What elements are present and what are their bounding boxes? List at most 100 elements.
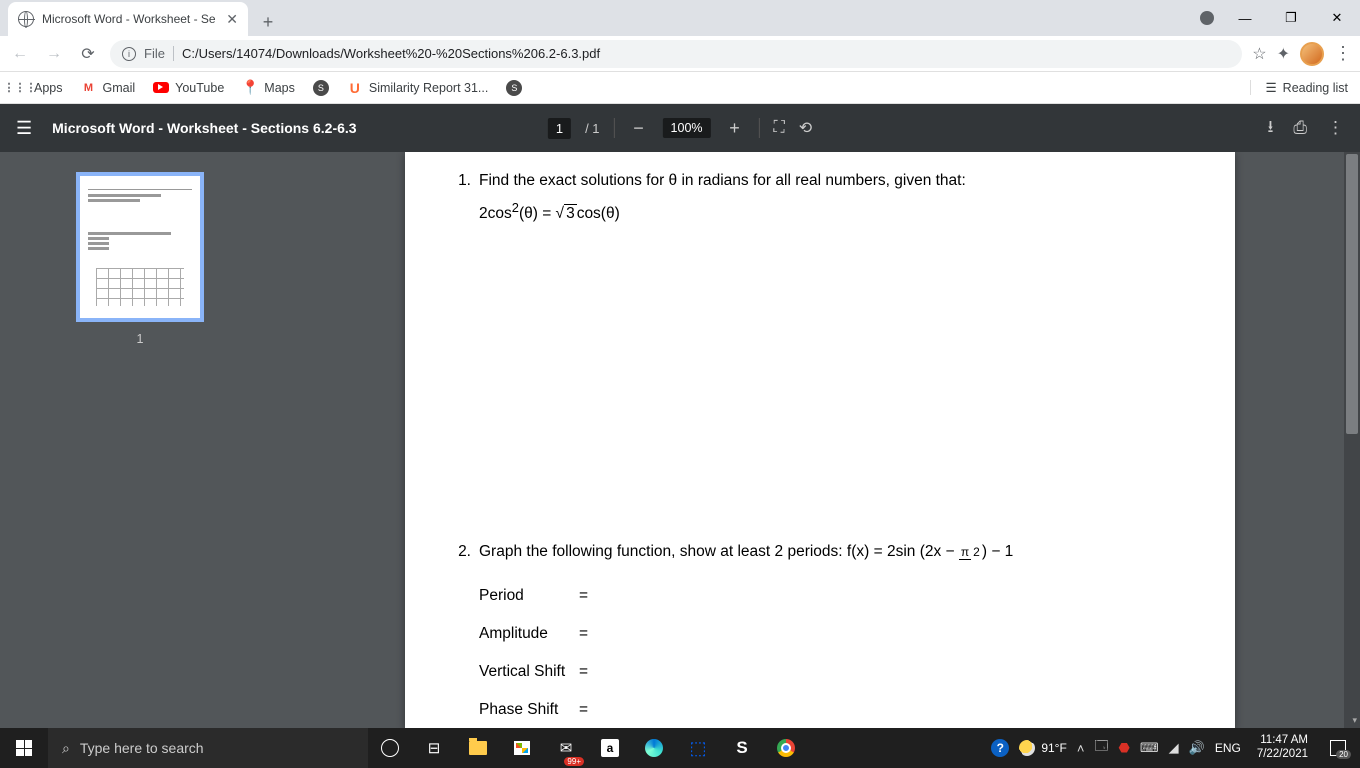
sidebar-toggle-icon[interactable]: ☰: [16, 118, 32, 139]
window-close[interactable]: ✕: [1314, 0, 1360, 36]
equals-sign: =: [579, 663, 588, 680]
print-icon[interactable]: ⎙: [1293, 118, 1307, 138]
cortana-button[interactable]: [368, 728, 412, 768]
page-current-input[interactable]: 1: [548, 118, 571, 139]
window-controls: — ❐ ✕: [1200, 0, 1360, 36]
eq-superscript: 2: [512, 200, 519, 215]
thumbnail-number: 1: [137, 332, 144, 346]
prop-label: Amplitude: [479, 625, 579, 643]
rotate-icon[interactable]: ⟲: [799, 118, 812, 138]
pdf-body: 1 1. Find the exact solutions for θ in r…: [0, 152, 1360, 728]
bookmark-apps[interactable]: ⋮⋮⋮Apps: [12, 80, 63, 96]
chevron-up-icon[interactable]: ˄: [1077, 741, 1085, 756]
bookmark-generic-2[interactable]: S: [506, 80, 522, 96]
url-box[interactable]: i File C:/Users/14074/Downloads/Workshee…: [110, 40, 1242, 68]
bookmark-gmail[interactable]: MGmail: [81, 80, 136, 96]
scroll-down-arrow[interactable]: ▾: [1352, 715, 1357, 726]
wifi-icon[interactable]: ◢: [1169, 740, 1179, 756]
language-indicator[interactable]: ENG: [1215, 741, 1241, 755]
bookmark-maps[interactable]: 📍Maps: [242, 80, 295, 96]
store-icon: [514, 741, 530, 755]
prop-label: Vertical Shift: [479, 663, 579, 681]
extensions-icon[interactable]: ✦: [1277, 44, 1290, 64]
browser-tab[interactable]: Microsoft Word - Worksheet - Se ✕: [8, 2, 248, 36]
amazon-button[interactable]: a: [588, 728, 632, 768]
nav-back-icon[interactable]: ←: [8, 45, 32, 63]
volume-icon[interactable]: 🔊: [1189, 740, 1205, 756]
account-dot-icon[interactable]: [1200, 11, 1214, 25]
mail-icon: ✉: [560, 739, 573, 757]
circle-icon: S: [313, 80, 329, 96]
bookmark-label: Apps: [34, 81, 63, 95]
pdf-menu-icon[interactable]: ⋮: [1327, 118, 1344, 138]
vertical-scrollbar[interactable]: ▴ ▾: [1344, 152, 1360, 728]
system-tray: ? 91°F ˄ 🗔 ⬣ ⌨ ◢ 🔊 ENG 11:47 AM 7/22/202…: [983, 734, 1360, 762]
zoom-out-button[interactable]: −: [629, 118, 649, 139]
weather-widget[interactable]: 91°F: [1019, 740, 1066, 756]
eq-part: cos(θ): [577, 205, 620, 222]
close-tab-icon[interactable]: ✕: [226, 11, 238, 28]
bookmark-star-icon[interactable]: ☆: [1252, 44, 1266, 64]
cortana-icon: [381, 739, 399, 757]
equation-1: 2cos2(θ) = √3cos(θ): [479, 200, 1185, 223]
eq-part: 2cos: [479, 205, 512, 222]
file-explorer-button[interactable]: [456, 728, 500, 768]
taskbar-pinned: ⊟ ✉99+ a ⬚ S: [368, 728, 808, 768]
ms-store-button[interactable]: [500, 728, 544, 768]
clock[interactable]: 11:47 AM 7/22/2021: [1251, 734, 1314, 762]
dropbox-button[interactable]: ⬚: [676, 728, 720, 768]
u-icon: U: [347, 80, 363, 96]
help-icon[interactable]: ?: [991, 739, 1009, 757]
chrome-button[interactable]: [764, 728, 808, 768]
bookmarks-bar: ⋮⋮⋮Apps MGmail YouTube 📍Maps S USimilari…: [0, 72, 1360, 104]
eq-part: (θ) =: [519, 205, 556, 222]
prop-label: Period: [479, 587, 579, 605]
info-icon[interactable]: i: [122, 47, 136, 61]
bookmark-generic-1[interactable]: S: [313, 80, 329, 96]
nav-forward-icon[interactable]: →: [42, 45, 66, 63]
mail-badge: 99+: [564, 757, 584, 766]
pdf-toolbar-center: 1 / 1 − 100% + ⛶ ⟲: [548, 118, 812, 139]
clock-date: 7/22/2021: [1257, 748, 1308, 762]
start-button[interactable]: [0, 728, 48, 768]
nav-reload-icon[interactable]: ⟳: [76, 44, 100, 64]
edge-button[interactable]: [632, 728, 676, 768]
property-list: Period= Amplitude= Vertical Shift= Phase…: [479, 587, 1185, 719]
keyboard-icon[interactable]: ⌨: [1140, 740, 1159, 756]
scroll-thumb[interactable]: [1346, 154, 1358, 434]
thumbnail-panel: 1: [0, 152, 280, 728]
mail-button[interactable]: ✉99+: [544, 728, 588, 768]
security-icon[interactable]: ⬣: [1119, 740, 1130, 756]
pdf-title: Microsoft Word - Worksheet - Sections 6.…: [52, 120, 356, 136]
taskbar-search[interactable]: ⌕ Type here to search: [48, 728, 368, 768]
fit-page-icon[interactable]: ⛶: [774, 119, 785, 137]
battery-icon[interactable]: 🗔: [1094, 737, 1108, 759]
zoom-level[interactable]: 100%: [663, 118, 711, 138]
fraction: π2: [959, 546, 982, 558]
toolbar-divider: [614, 118, 615, 138]
weather-temp: 91°F: [1041, 741, 1066, 755]
dropbox-icon: ⬚: [689, 738, 706, 759]
eq-sqrt: 3: [564, 204, 577, 222]
eq-part: ) − 1: [982, 543, 1013, 560]
window-minimize[interactable]: —: [1222, 0, 1268, 36]
profile-avatar[interactable]: [1300, 42, 1324, 66]
download-icon[interactable]: ⭳: [1267, 114, 1273, 143]
frac-num: π: [959, 545, 971, 560]
bookmark-similarity[interactable]: USimilarity Report 31...: [347, 80, 488, 96]
problem-2: 2. Graph the following function, show at…: [445, 543, 1185, 561]
app-button[interactable]: S: [720, 728, 764, 768]
browser-menu-icon[interactable]: ⋮: [1334, 43, 1352, 64]
dollar-icon: S: [736, 738, 747, 758]
reading-list-button[interactable]: ☰Reading list: [1250, 80, 1348, 95]
page-thumbnail[interactable]: [76, 172, 204, 322]
task-view-button[interactable]: ⊟: [412, 728, 456, 768]
bookmark-youtube[interactable]: YouTube: [153, 81, 224, 95]
page-area[interactable]: 1. Find the exact solutions for θ in rad…: [280, 152, 1360, 728]
window-maximize[interactable]: ❐: [1268, 0, 1314, 36]
notifications-icon[interactable]: 20: [1330, 740, 1346, 756]
new-tab-button[interactable]: +: [254, 8, 282, 36]
equals-sign: =: [579, 587, 588, 604]
folder-icon: [469, 741, 487, 755]
zoom-in-button[interactable]: +: [725, 118, 745, 139]
